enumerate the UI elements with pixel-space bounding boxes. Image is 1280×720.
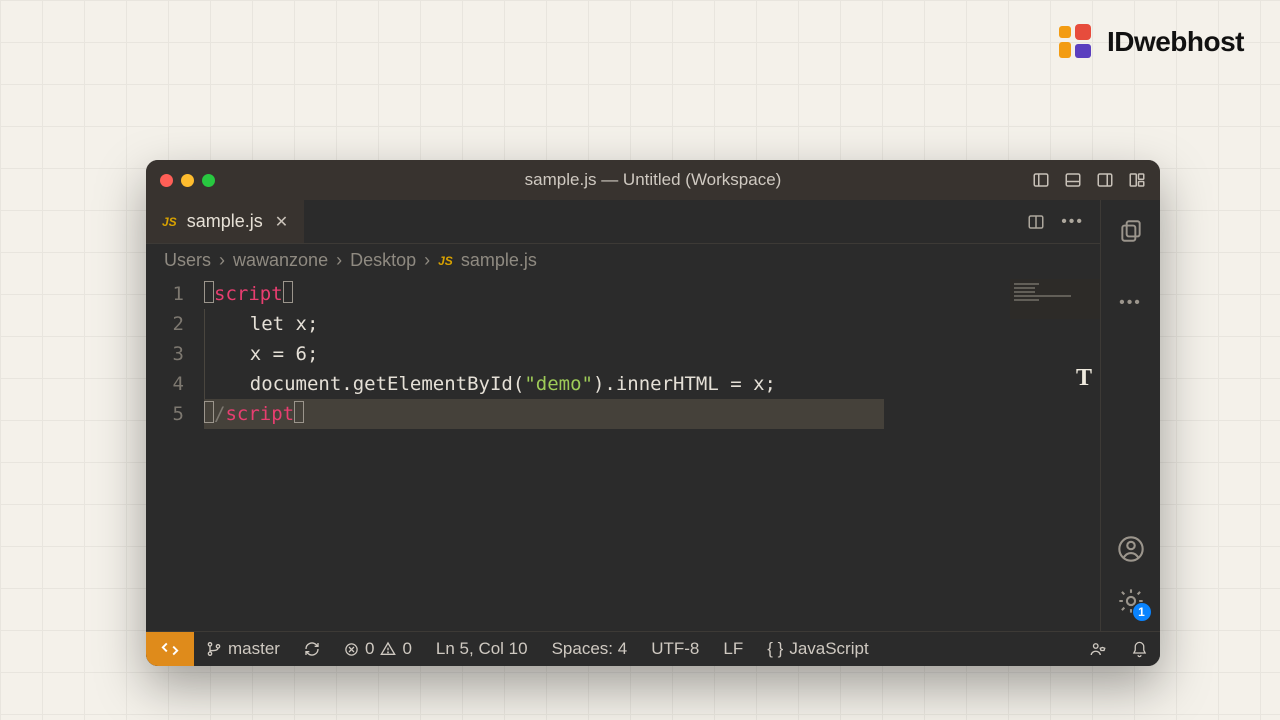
titlebar[interactable]: sample.js — Untitled (Workspace) — [146, 160, 1160, 200]
account-icon[interactable] — [1117, 535, 1145, 563]
copy-icon[interactable] — [1118, 218, 1144, 244]
code-line[interactable]: document.getElementById("demo").innerHTM… — [204, 369, 1100, 399]
panel-bottom-icon[interactable] — [1064, 171, 1082, 189]
breadcrumb-file[interactable]: sample.js — [461, 250, 537, 271]
error-count: 0 — [365, 639, 374, 659]
layout-icon[interactable] — [1128, 171, 1146, 189]
split-editor-icon[interactable] — [1027, 213, 1045, 231]
chevron-right-icon: › — [424, 250, 430, 271]
settings-badge: 1 — [1133, 603, 1151, 621]
branch-name: master — [228, 639, 280, 659]
language-mode-button[interactable]: { } JavaScript — [755, 639, 880, 659]
feedback-button[interactable] — [1077, 640, 1119, 658]
js-file-icon: JS — [438, 254, 453, 268]
warning-count: 0 — [402, 639, 411, 659]
remote-button[interactable] — [146, 632, 194, 666]
breadcrumb-part[interactable]: Desktop — [350, 250, 416, 271]
line-number: 5 — [146, 399, 184, 429]
line-number: 3 — [146, 339, 184, 369]
activity-bar: ••• 1 — [1100, 200, 1160, 631]
window-title: sample.js — Untitled (Workspace) — [525, 170, 782, 190]
breadcrumb-part[interactable]: Users — [164, 250, 211, 271]
brand-text: IDwebhost — [1107, 26, 1244, 58]
braces-icon: { } — [767, 639, 783, 659]
sync-button[interactable] — [292, 641, 332, 657]
traffic-lights — [160, 174, 215, 187]
more-icon[interactable]: ••• — [1119, 294, 1142, 312]
tabbar: JS sample.js ✕ ••• — [146, 200, 1100, 244]
line-number: 4 — [146, 369, 184, 399]
notifications-button[interactable] — [1119, 641, 1160, 658]
sync-icon — [304, 641, 320, 657]
panel-left-icon[interactable] — [1032, 171, 1050, 189]
minimize-window-button[interactable] — [181, 174, 194, 187]
code-line[interactable]: let x; — [204, 309, 1100, 339]
breadcrumb[interactable]: Users › wawanzone › Desktop › JS sample.… — [146, 244, 1100, 279]
tab-close-icon[interactable]: ✕ — [275, 212, 288, 232]
chevron-right-icon: › — [219, 250, 225, 271]
eol-button[interactable]: LF — [711, 639, 755, 659]
brand-logo: IDwebhost — [1057, 22, 1244, 62]
code-line[interactable]: script — [204, 279, 1100, 309]
more-actions-icon[interactable]: ••• — [1061, 213, 1084, 231]
cursor-position[interactable]: Ln 5, Col 10 — [424, 639, 540, 659]
feedback-icon — [1089, 640, 1107, 658]
warning-icon — [380, 641, 396, 657]
line-number: 1 — [146, 279, 184, 309]
line-number: 2 — [146, 309, 184, 339]
settings-button[interactable]: 1 — [1117, 587, 1145, 615]
code-editor[interactable]: 1 2 3 4 5 script let x; x = 6; document.… — [146, 279, 1100, 631]
tab-filename: sample.js — [187, 211, 263, 232]
language-label: JavaScript — [789, 639, 868, 659]
close-window-button[interactable] — [160, 174, 173, 187]
breadcrumb-part[interactable]: wawanzone — [233, 250, 328, 271]
problems-button[interactable]: 0 0 — [332, 639, 424, 659]
code-line[interactable]: x = 6; — [204, 339, 1100, 369]
maximize-window-button[interactable] — [202, 174, 215, 187]
brand-icon — [1057, 22, 1097, 62]
git-branch-button[interactable]: master — [194, 639, 292, 659]
indentation-button[interactable]: Spaces: 4 — [540, 639, 640, 659]
js-file-icon: JS — [162, 215, 177, 229]
encoding-button[interactable]: UTF-8 — [639, 639, 711, 659]
code-line-active[interactable]: /script — [204, 399, 884, 429]
tab-sample-js[interactable]: JS sample.js ✕ — [146, 200, 304, 243]
chevron-right-icon: › — [336, 250, 342, 271]
type-overlay-icon: T — [1076, 363, 1092, 393]
editor-window: sample.js — Untitled (Workspace) JS samp… — [146, 160, 1160, 666]
bell-icon — [1131, 641, 1148, 658]
minimap[interactable] — [1010, 279, 1100, 319]
error-icon — [344, 642, 359, 657]
status-bar: master 0 0 Ln 5, Col 10 Spaces: 4 UTF-8 … — [146, 631, 1160, 666]
panel-right-icon[interactable] — [1096, 171, 1114, 189]
code-area[interactable]: script let x; x = 6; document.getElement… — [204, 279, 1100, 631]
line-number-gutter: 1 2 3 4 5 — [146, 279, 204, 631]
